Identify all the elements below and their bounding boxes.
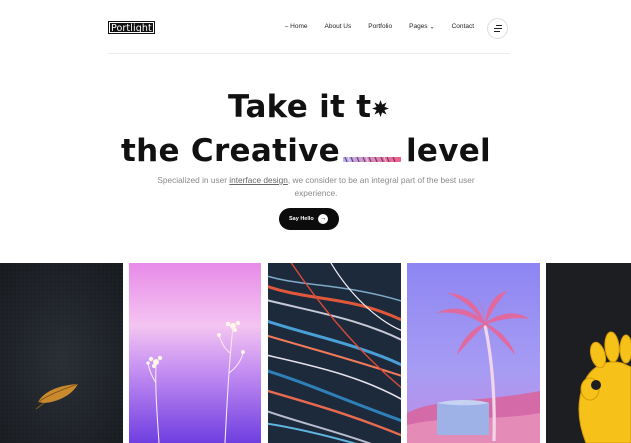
dash-icon: – <box>284 23 289 30</box>
hero-subtitle-after: , we consider to be an integral part of … <box>287 175 475 198</box>
chevron-down-icon: ⌄ <box>429 24 435 31</box>
nav-item-portfolio[interactable]: Portfolio <box>368 23 392 30</box>
arrow-right-icon: → <box>318 214 328 224</box>
interface-design-link[interactable]: interface design <box>229 175 288 185</box>
nav-item-pages[interactable]: Pages ⌄ <box>409 23 435 31</box>
gallery-image-ok-hand[interactable] <box>546 263 631 443</box>
gallery-image-leaf[interactable] <box>0 263 123 443</box>
say-hello-label: Say Hello <box>289 216 314 222</box>
site-logo[interactable]: Portlight <box>108 21 155 34</box>
nav-item-pages-label: Pages <box>409 23 428 30</box>
main-nav: – Home About Us Portfolio Pages ⌄ Contac… <box>285 23 474 31</box>
nav-item-about[interactable]: About Us <box>325 23 352 30</box>
nav-item-contact[interactable]: Contact <box>452 23 474 30</box>
nav-item-home[interactable]: – Home <box>285 23 308 30</box>
gallery-image-streaks[interactable] <box>268 263 401 443</box>
hero-title-line-2-end: level <box>405 133 491 169</box>
nav-item-about-label: About Us <box>324 23 352 30</box>
nav-item-contact-label: Contact <box>451 23 474 30</box>
gallery-image-palm-tree[interactable] <box>407 263 540 443</box>
hero-title-line-2-start: the Creative <box>121 133 340 169</box>
starburst-icon <box>372 88 390 126</box>
hero-title-line-2: the Creative level <box>121 132 491 170</box>
hero-inline-image <box>342 145 401 162</box>
hero-title-line-1: Take it t <box>228 88 390 128</box>
nav-item-home-label: Home <box>290 23 308 30</box>
hero-subtitle-before: Specialized in user <box>157 175 230 185</box>
hamburger-menu-icon[interactable] <box>487 18 508 39</box>
nav-item-portfolio-label: Portfolio <box>368 23 393 30</box>
hero-title-line-1-text: Take it t <box>228 89 372 125</box>
portfolio-gallery <box>0 263 631 443</box>
gallery-image-flowers[interactable] <box>129 263 261 443</box>
site-header: Portlight – Home About Us Portfolio Page… <box>108 0 510 54</box>
hero-subtitle: Specialized in user interface design, we… <box>140 174 492 199</box>
say-hello-button[interactable]: Say Hello → <box>279 208 339 230</box>
